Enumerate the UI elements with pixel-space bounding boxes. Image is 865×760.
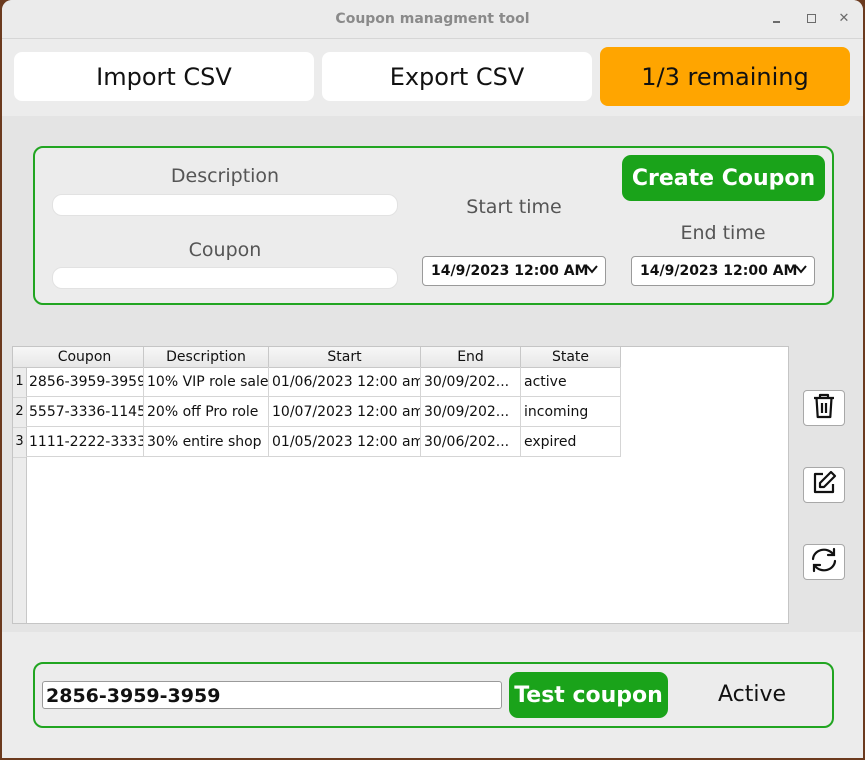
cell-description[interactable]: 30% entire shop <box>144 427 269 457</box>
coupon-table[interactable]: Coupon Description Start End State 1 285… <box>12 346 789 624</box>
description-label: Description <box>170 165 280 187</box>
create-coupon-button[interactable]: Create Coupon <box>622 155 825 201</box>
coupon-label: Coupon <box>188 239 262 261</box>
trash-icon <box>812 393 836 423</box>
create-coupon-panel: Description Coupon Start time 14/9/2023 … <box>33 146 834 305</box>
row-number: 3 <box>13 427 26 458</box>
column-header-coupon[interactable]: Coupon <box>26 347 144 367</box>
minimize-icon[interactable] <box>766 9 786 29</box>
start-time-label: Start time <box>466 196 562 218</box>
column-header-state[interactable]: State <box>521 347 621 367</box>
cell-end[interactable]: 30/09/202... <box>421 367 521 397</box>
cell-coupon[interactable]: 2856-3959-3959 <box>26 367 144 397</box>
chevron-down-icon <box>794 262 808 280</box>
refresh-icon <box>810 547 838 577</box>
cell-start[interactable]: 01/05/2023 12:00 am <box>269 427 421 457</box>
import-csv-button[interactable]: Import CSV <box>14 52 314 101</box>
cell-coupon[interactable]: 1111-2222-3333 <box>26 427 144 457</box>
cell-description[interactable]: 10% VIP role sale <box>144 367 269 397</box>
start-time-value: 14/9/2023 12:00 AM <box>431 263 589 279</box>
cell-end[interactable]: 30/09/202... <box>421 397 521 427</box>
title-bar: Coupon managment tool ✕ <box>2 0 863 39</box>
end-time-picker[interactable]: 14/9/2023 12:00 AM <box>631 256 815 286</box>
row-number: 1 <box>13 367 26 398</box>
refresh-button[interactable] <box>803 544 845 580</box>
window-title: Coupon managment tool <box>335 11 530 27</box>
description-field[interactable] <box>52 194 398 216</box>
close-icon[interactable]: ✕ <box>834 9 854 29</box>
cell-end[interactable]: 30/06/202... <box>421 427 521 457</box>
start-time-picker[interactable]: 14/9/2023 12:00 AM <box>422 256 606 286</box>
test-coupon-input[interactable]: 2856-3959-3959 <box>42 681 502 709</box>
cell-state[interactable]: active <box>521 367 621 397</box>
end-time-label: End time <box>680 222 766 244</box>
column-header-end[interactable]: End <box>421 347 521 367</box>
edit-icon <box>811 470 837 500</box>
row-number: 2 <box>13 397 26 428</box>
delete-button[interactable] <box>803 390 845 426</box>
edit-button[interactable] <box>803 467 845 503</box>
maximize-icon[interactable] <box>801 9 821 29</box>
chevron-down-icon <box>585 262 599 280</box>
test-result-status: Active <box>717 682 787 707</box>
column-header-description[interactable]: Description <box>144 347 269 367</box>
export-csv-button[interactable]: Export CSV <box>322 52 592 101</box>
remaining-badge: 1/3 remaining <box>600 47 850 106</box>
cell-state[interactable]: expired <box>521 427 621 457</box>
end-time-value: 14/9/2023 12:00 AM <box>640 263 798 279</box>
test-coupon-button[interactable]: Test coupon <box>509 672 668 718</box>
column-header-start[interactable]: Start <box>269 347 421 367</box>
app-window: Coupon managment tool ✕ Import CSV Expor… <box>2 0 863 758</box>
cell-state[interactable]: incoming <box>521 397 621 427</box>
coupon-field[interactable] <box>52 267 398 289</box>
cell-start[interactable]: 10/07/2023 12:00 am <box>269 397 421 427</box>
cell-start[interactable]: 01/06/2023 12:00 am <box>269 367 421 397</box>
cell-description[interactable]: 20% off Pro role <box>144 397 269 427</box>
cell-coupon[interactable]: 5557-3336-1145 <box>26 397 144 427</box>
table-header: Coupon Description Start End State <box>13 347 621 368</box>
